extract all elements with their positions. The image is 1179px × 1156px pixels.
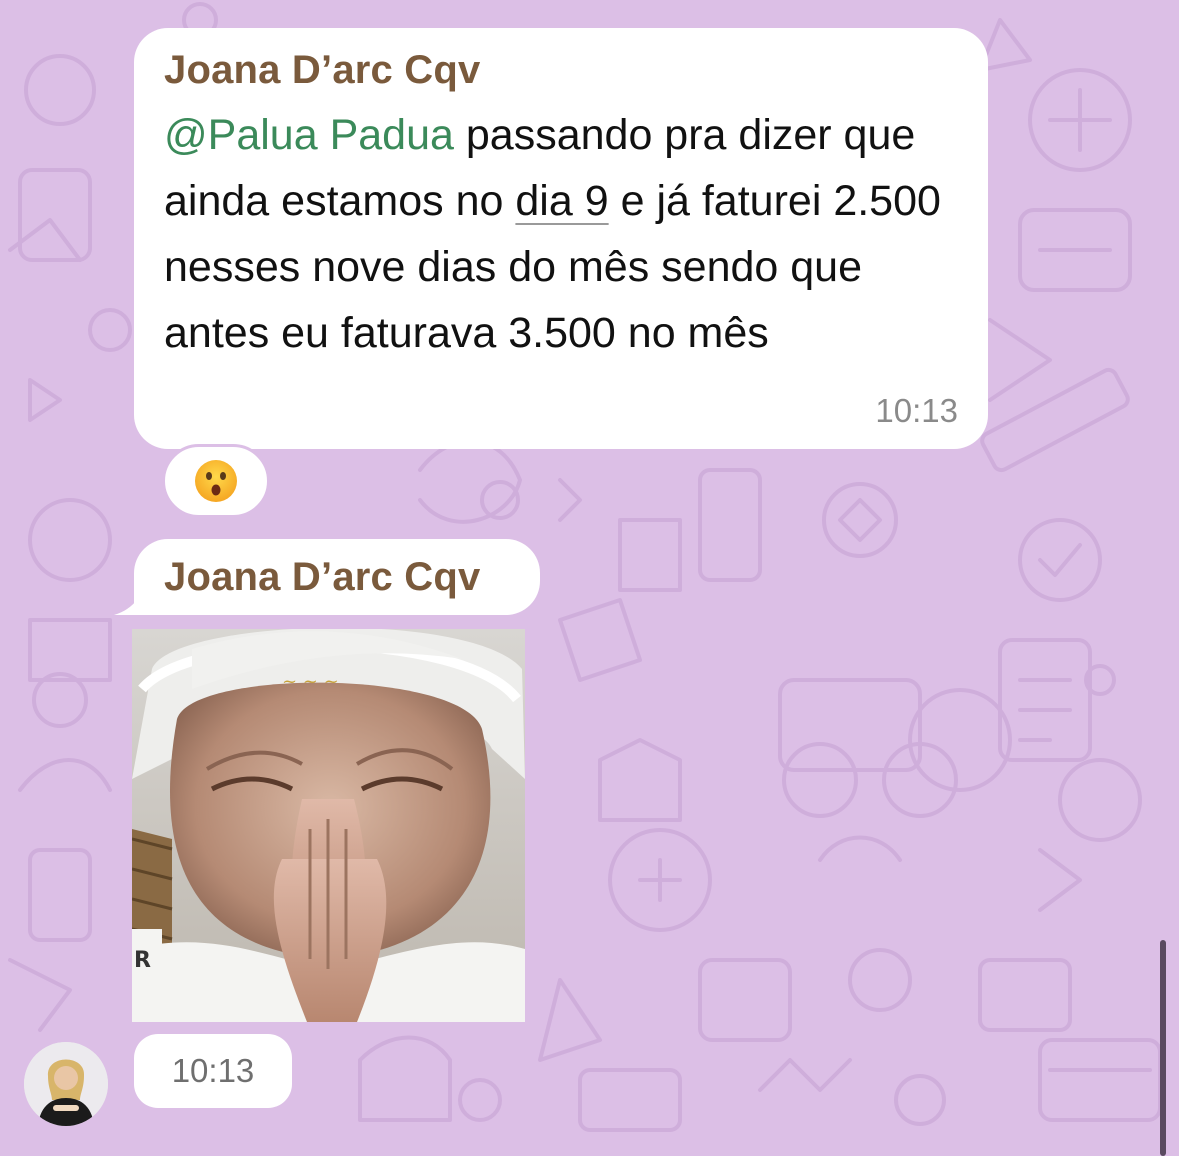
date-link[interactable]: dia 9: [515, 177, 608, 225]
message-text: @Palua Padua passando pra dizer que aind…: [164, 102, 954, 366]
hushed-face-icon: [195, 460, 237, 502]
message-timestamp: 10:13: [875, 392, 958, 429]
message-timestamp: 10:13: [171, 1052, 255, 1089]
sender-avatar[interactable]: [24, 1042, 108, 1126]
mention-link[interactable]: @Palua Padua: [164, 111, 454, 159]
sender-name[interactable]: Joana D’arc Cqv: [164, 553, 510, 601]
message-bubble-header[interactable]: Joana D’arc Cqv: [134, 539, 540, 615]
photo-image: ~ ~ ~ R: [132, 629, 525, 1022]
scrollbar[interactable]: [1160, 940, 1166, 1156]
svg-text:~ ~ ~: ~ ~ ~: [282, 671, 339, 692]
svg-text:R: R: [134, 948, 151, 973]
avatar-image: [24, 1042, 108, 1126]
sender-name[interactable]: Joana D’arc Cqv: [164, 46, 958, 94]
message-photo[interactable]: ~ ~ ~ R: [132, 629, 525, 1022]
message-bubble-text[interactable]: Joana D’arc Cqv @Palua Padua passando pr…: [134, 28, 988, 449]
reaction-badge[interactable]: [162, 444, 270, 518]
photo-timestamp-pill: 10:13: [134, 1034, 292, 1108]
